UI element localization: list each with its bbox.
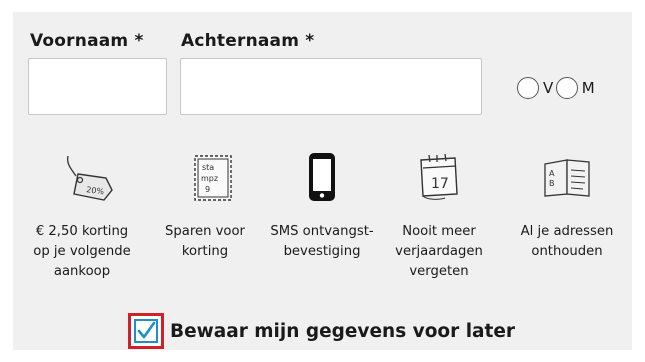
benefit-birthdays: Nooit meer verjaardagen vergeten <box>375 222 503 282</box>
svg-text:mpz: mpz <box>201 174 218 183</box>
stamp-card-icon: sta mpz 9 <box>183 150 243 206</box>
calendar-icon: 17 <box>409 150 469 206</box>
checkmark-icon <box>137 321 156 339</box>
benefit-discount-line-1: € 2,50 korting <box>35 224 129 239</box>
gender-radio-m[interactable] <box>555 77 578 99</box>
benefit-addresses: Al je adressen onthouden <box>503 222 631 262</box>
gender-label-m: M <box>581 79 596 97</box>
last-name-input[interactable] <box>180 58 482 115</box>
first-name-label: Voornaam * <box>30 31 144 51</box>
gender-label-v: V <box>543 79 554 97</box>
save-details-option[interactable]: Bewaar mijn gegevens voor later <box>128 313 515 349</box>
benefit-savings-line-1: Sparen voor <box>165 224 245 239</box>
last-name-label: Achternaam * <box>181 31 315 51</box>
address-book-icon: A B <box>537 150 597 206</box>
benefit-savings: Sparen voor korting <box>141 222 269 262</box>
benefit-discount-line-2: op je volgende <box>33 244 131 259</box>
price-tag-icon: 20% <box>56 150 116 206</box>
mobile-phone-icon <box>292 150 352 206</box>
save-details-checkbox[interactable] <box>128 313 164 349</box>
svg-text:sta: sta <box>202 163 214 172</box>
benefit-addresses-line-1: Al je adressen <box>520 224 614 239</box>
benefit-birthdays-line-3: vergeten <box>409 264 469 279</box>
svg-text:9: 9 <box>205 185 210 194</box>
benefit-sms-line-1: SMS ontvangst- <box>270 224 374 239</box>
benefit-discount-line-3: aankoop <box>53 264 111 279</box>
svg-text:A: A <box>549 169 555 178</box>
first-name-input[interactable] <box>28 58 167 115</box>
gender-radio-v[interactable] <box>517 77 539 99</box>
gender-selector: V M <box>517 76 597 100</box>
benefit-discount: € 2,50 korting op je volgende aankoop <box>18 222 146 282</box>
benefit-sms-line-2: bevestiging <box>283 244 361 259</box>
save-details-label: Bewaar mijn gegevens voor later <box>170 320 516 342</box>
benefit-addresses-line-2: onthouden <box>531 244 603 259</box>
svg-text:B: B <box>549 179 555 188</box>
benefit-sms: SMS ontvangst- bevestiging <box>258 222 386 262</box>
benefit-birthdays-line-1: Nooit meer <box>402 224 476 239</box>
benefit-savings-line-2: korting <box>181 244 229 259</box>
benefit-birthdays-line-2: verjaardagen <box>395 244 483 259</box>
svg-text:17: 17 <box>431 176 449 192</box>
